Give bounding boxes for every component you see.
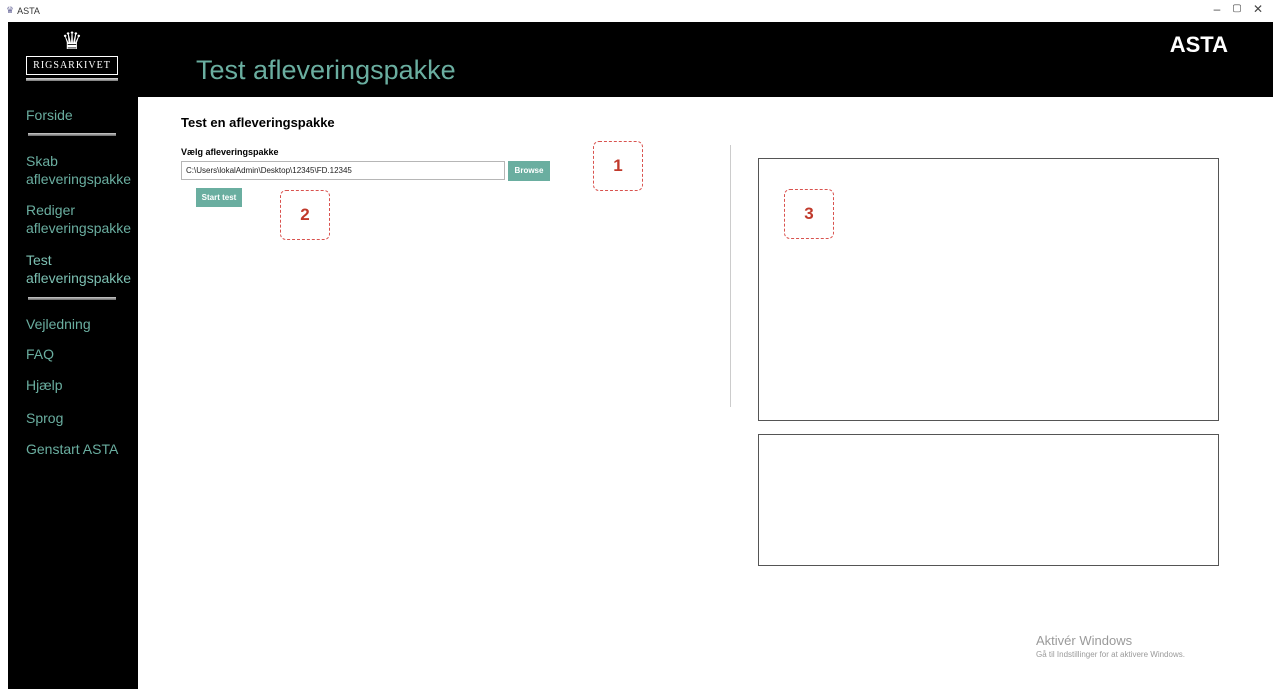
annotation-callout-1: 1 — [593, 141, 643, 191]
minimize-button[interactable]: – — [1207, 2, 1227, 16]
window-titlebar: ♛ ASTA – ▢ ✕ — [0, 0, 1273, 22]
package-path-input[interactable] — [181, 161, 505, 180]
sidebar-item-faq[interactable]: FAQ — [26, 345, 54, 363]
sidebar-item-sprog[interactable]: Sprog — [26, 409, 63, 427]
sidebar-item-hjaelp[interactable]: Hjælp — [26, 376, 63, 394]
restore-button[interactable]: ▢ — [1227, 3, 1247, 14]
page-title: Test afleveringspakke — [196, 55, 456, 85]
main-content: Test en afleveringspakke Vælg aflevering… — [138, 97, 1273, 689]
nav-separator — [28, 297, 116, 300]
windows-activation-watermark: Aktivér Windows Gå til Indstillinger for… — [1036, 633, 1185, 659]
test-log-panel[interactable] — [758, 434, 1219, 566]
sidebar-item-test[interactable]: Test afleveringspakke — [26, 251, 141, 287]
sidebar-item-rediger[interactable]: Rediger afleveringspakke — [26, 201, 141, 237]
sidebar-item-forside[interactable]: Forside — [26, 106, 73, 124]
window-title: ASTA — [17, 5, 40, 16]
crown-logo-icon: ♛ — [61, 28, 83, 55]
browse-button[interactable]: Browse — [508, 161, 550, 181]
start-test-button[interactable]: Start test — [196, 188, 242, 207]
logo-wordmark: RIGSARKIVET — [26, 56, 118, 75]
section-title: Test en afleveringspakke — [181, 115, 335, 130]
app-header: ♛ RIGSARKIVET Test afleveringspakke ASTA — [8, 22, 1273, 97]
watermark-title: Aktivér Windows — [1036, 633, 1133, 648]
annotation-callout-2: 2 — [280, 190, 330, 240]
sidebar-nav: Forside Skab afleveringspakke Rediger af… — [8, 97, 138, 689]
brand-label: ASTA — [1169, 32, 1228, 57]
rigsarkivet-logo: ♛ RIGSARKIVET — [26, 30, 118, 81]
nav-separator — [28, 133, 116, 136]
window-app-label: ♛ ASTA — [6, 5, 40, 16]
watermark-subtitle: Gå til Indstillinger for at aktivere Win… — [1036, 650, 1185, 659]
close-button[interactable]: ✕ — [1248, 2, 1268, 16]
annotation-callout-3: 3 — [784, 189, 834, 239]
logo-underline — [26, 78, 118, 81]
vertical-divider — [730, 145, 731, 407]
sidebar-item-vejledning[interactable]: Vejledning — [26, 315, 91, 333]
sidebar-item-genstart[interactable]: Genstart ASTA — [26, 440, 118, 458]
sidebar-item-skab[interactable]: Skab afleveringspakke — [26, 152, 141, 188]
crown-icon: ♛ — [6, 5, 15, 15]
package-field-label: Vælg afleveringspakke — [181, 147, 279, 157]
